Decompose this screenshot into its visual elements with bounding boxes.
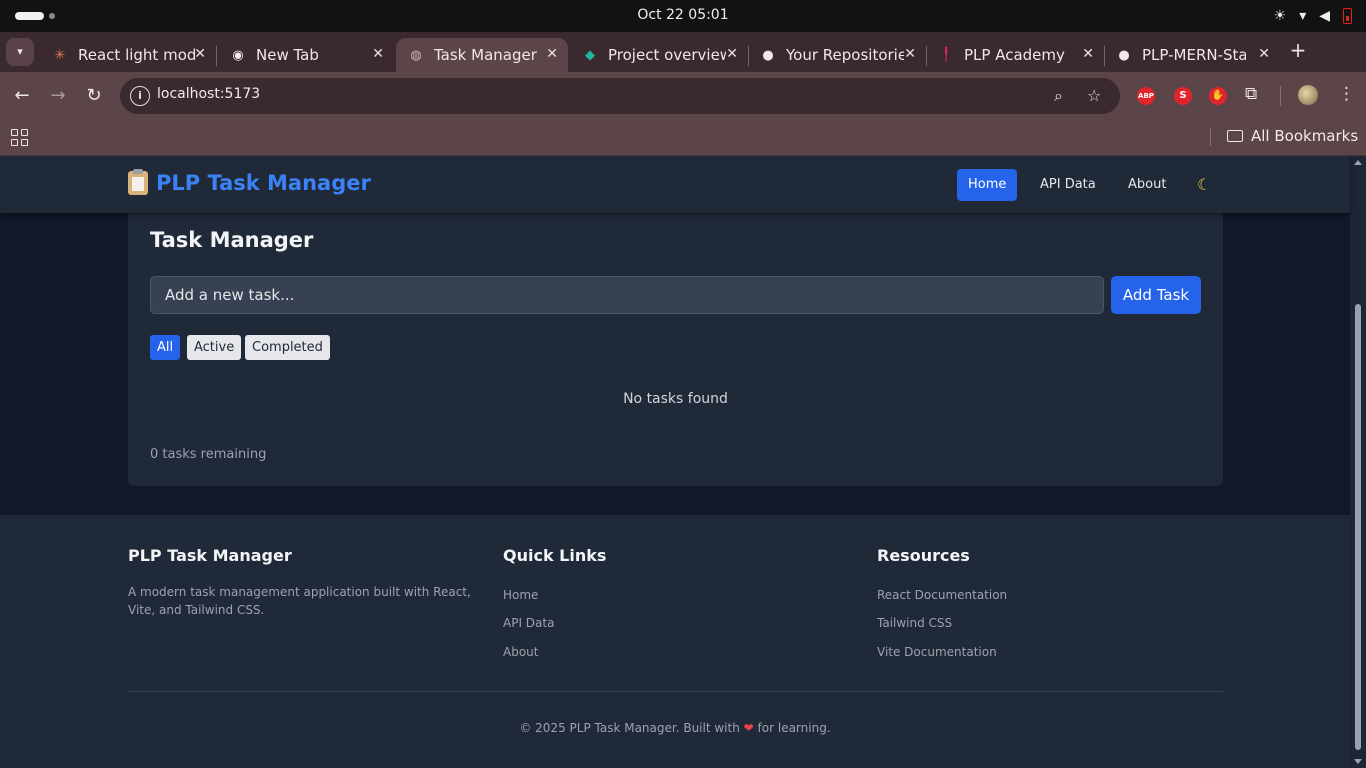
- footer-link-home[interactable]: Home: [503, 588, 538, 602]
- filter-active-button[interactable]: Active: [187, 335, 242, 360]
- tab-strip: ▾ ✳ React light mode ✕ ◉ New Tab ✕ ◍ Tas…: [0, 32, 1366, 72]
- toolbar-separator: [1280, 86, 1281, 106]
- moon-icon[interactable]: ☾: [1197, 175, 1211, 194]
- bookmarks-bar: All Bookmarks: [0, 120, 1366, 156]
- scroll-down-arrow-icon[interactable]: [1354, 759, 1362, 764]
- nav-home[interactable]: Home: [957, 169, 1018, 201]
- footer-link-tailwind[interactable]: Tailwind CSS: [877, 616, 952, 630]
- scroll-up-arrow-icon[interactable]: [1354, 160, 1362, 165]
- menu-kebab-icon[interactable]: ⋮: [1338, 84, 1355, 104]
- back-icon[interactable]: ←: [10, 84, 34, 108]
- tab-react-light-mode[interactable]: ✳ React light mode ✕: [40, 38, 216, 72]
- nav-about[interactable]: About: [1117, 169, 1177, 201]
- site-info-icon[interactable]: i: [130, 86, 150, 106]
- tab-plp-academy[interactable]: ╿ PLP Academy ✕: [926, 38, 1104, 72]
- footer-divider: [128, 691, 1223, 692]
- all-bookmarks-button[interactable]: All Bookmarks: [1227, 127, 1358, 145]
- task-card-title: Task Manager: [150, 228, 314, 252]
- close-tab-icon[interactable]: ✕: [1258, 46, 1270, 62]
- plp-favicon-icon: ╿: [942, 47, 950, 63]
- page-scrollbar[interactable]: [1350, 156, 1366, 768]
- forward-icon[interactable]: →: [46, 84, 70, 108]
- tab-task-manager[interactable]: ◍ Task Manager ✕: [396, 38, 568, 72]
- footer-link-about[interactable]: About: [503, 645, 538, 659]
- footer-quick-links-title: Quick Links: [503, 546, 607, 565]
- footer-resources-title: Resources: [877, 546, 970, 565]
- zoom-icon[interactable]: ⌕: [1054, 86, 1063, 106]
- clipboard-icon: [128, 169, 148, 195]
- tab-your-repositories[interactable]: ● Your Repositories ✕: [748, 38, 926, 72]
- diamond-favicon-icon: ◆: [585, 47, 595, 63]
- close-tab-icon[interactable]: ✕: [1082, 46, 1094, 62]
- folder-icon: [1227, 130, 1243, 142]
- os-top-bar: Oct 22 05:01 ☀ ▾ ◀: [0, 0, 1366, 32]
- footer-copyright: © 2025 PLP Task Manager. Built with ❤ fo…: [519, 721, 831, 735]
- url-text[interactable]: localhost:5173: [157, 86, 260, 102]
- s-extension-icon[interactable]: S: [1174, 87, 1192, 105]
- react-favicon-icon: ✳: [54, 47, 66, 63]
- filter-completed-button[interactable]: Completed: [245, 335, 330, 360]
- footer-about-text: A modern task management application bui…: [128, 585, 471, 617]
- reload-icon[interactable]: ↻: [82, 84, 106, 108]
- github-favicon-icon: ●: [1118, 47, 1130, 63]
- footer-link-react-docs[interactable]: React Documentation: [877, 588, 1007, 602]
- add-task-button[interactable]: Add Task: [1111, 276, 1201, 314]
- github-favicon-icon: ●: [762, 47, 774, 63]
- brightness-icon: ☀: [1273, 8, 1287, 24]
- address-bar[interactable]: i localhost:5173 ⌕ ☆: [120, 78, 1120, 114]
- browser-toolbar: ← → ↻ i localhost:5173 ⌕ ☆ ABP S ✋ ⧉ ⋮: [0, 72, 1366, 120]
- close-tab-icon[interactable]: ✕: [726, 46, 738, 62]
- chrome-favicon-icon: ◉: [232, 47, 244, 63]
- tasks-remaining-count: 0 tasks remaining: [150, 447, 267, 462]
- new-task-input[interactable]: [150, 276, 1104, 314]
- page-footer: PLP Task Manager A modern task managemen…: [0, 515, 1350, 768]
- apps-grid-icon[interactable]: [11, 129, 28, 146]
- stop-extension-icon[interactable]: ✋: [1209, 87, 1227, 105]
- tab-project-overview[interactable]: ◆ Project overview ✕: [570, 38, 748, 72]
- system-tray[interactable]: ☀ ▾ ◀: [1274, 6, 1352, 26]
- close-tab-icon[interactable]: ✕: [194, 46, 206, 62]
- adblock-extension-icon[interactable]: ABP: [1137, 87, 1155, 105]
- os-clock[interactable]: Oct 22 05:01: [0, 7, 1366, 23]
- close-tab-icon[interactable]: ✕: [904, 46, 916, 62]
- footer-link-api-data[interactable]: API Data: [503, 616, 554, 630]
- page-viewport: PLP Task Manager Home API Data About ☾ T…: [0, 156, 1366, 768]
- footer-link-vite-docs[interactable]: Vite Documentation: [877, 645, 997, 659]
- brand-link[interactable]: PLP Task Manager: [128, 169, 371, 195]
- extensions-puzzle-icon[interactable]: ⧉: [1245, 84, 1257, 104]
- tab-plp-mern-stack[interactable]: ● PLP-MERN-Stack ✕: [1104, 38, 1280, 72]
- battery-icon: [1343, 8, 1352, 24]
- wifi-icon: ▾: [1299, 8, 1307, 24]
- profile-avatar[interactable]: [1298, 85, 1318, 105]
- volume-icon: ◀: [1319, 8, 1330, 24]
- app-header: PLP Task Manager Home API Data About ☾: [0, 156, 1350, 213]
- tab-separator: [216, 46, 217, 66]
- filter-all-button[interactable]: All: [150, 335, 181, 360]
- close-tab-icon[interactable]: ✕: [372, 46, 384, 62]
- bookmarks-separator: [1210, 128, 1211, 146]
- scrollbar-thumb[interactable]: [1355, 304, 1361, 750]
- bookmark-star-icon[interactable]: ☆: [1087, 86, 1101, 105]
- globe-favicon-icon: ◍: [410, 47, 422, 63]
- close-tab-icon[interactable]: ✕: [546, 46, 558, 62]
- tab-search-button[interactable]: ▾: [6, 38, 34, 66]
- task-card: Task Manager Add Task All Active Complet…: [128, 196, 1223, 486]
- heart-icon: ❤: [743, 721, 754, 735]
- nav-api-data[interactable]: API Data: [1029, 169, 1107, 201]
- footer-about-title: PLP Task Manager: [128, 546, 292, 565]
- tab-new-tab[interactable]: ◉ New Tab ✕: [218, 38, 394, 72]
- new-tab-button[interactable]: +: [1287, 38, 1309, 62]
- empty-state-message: No tasks found: [623, 391, 728, 407]
